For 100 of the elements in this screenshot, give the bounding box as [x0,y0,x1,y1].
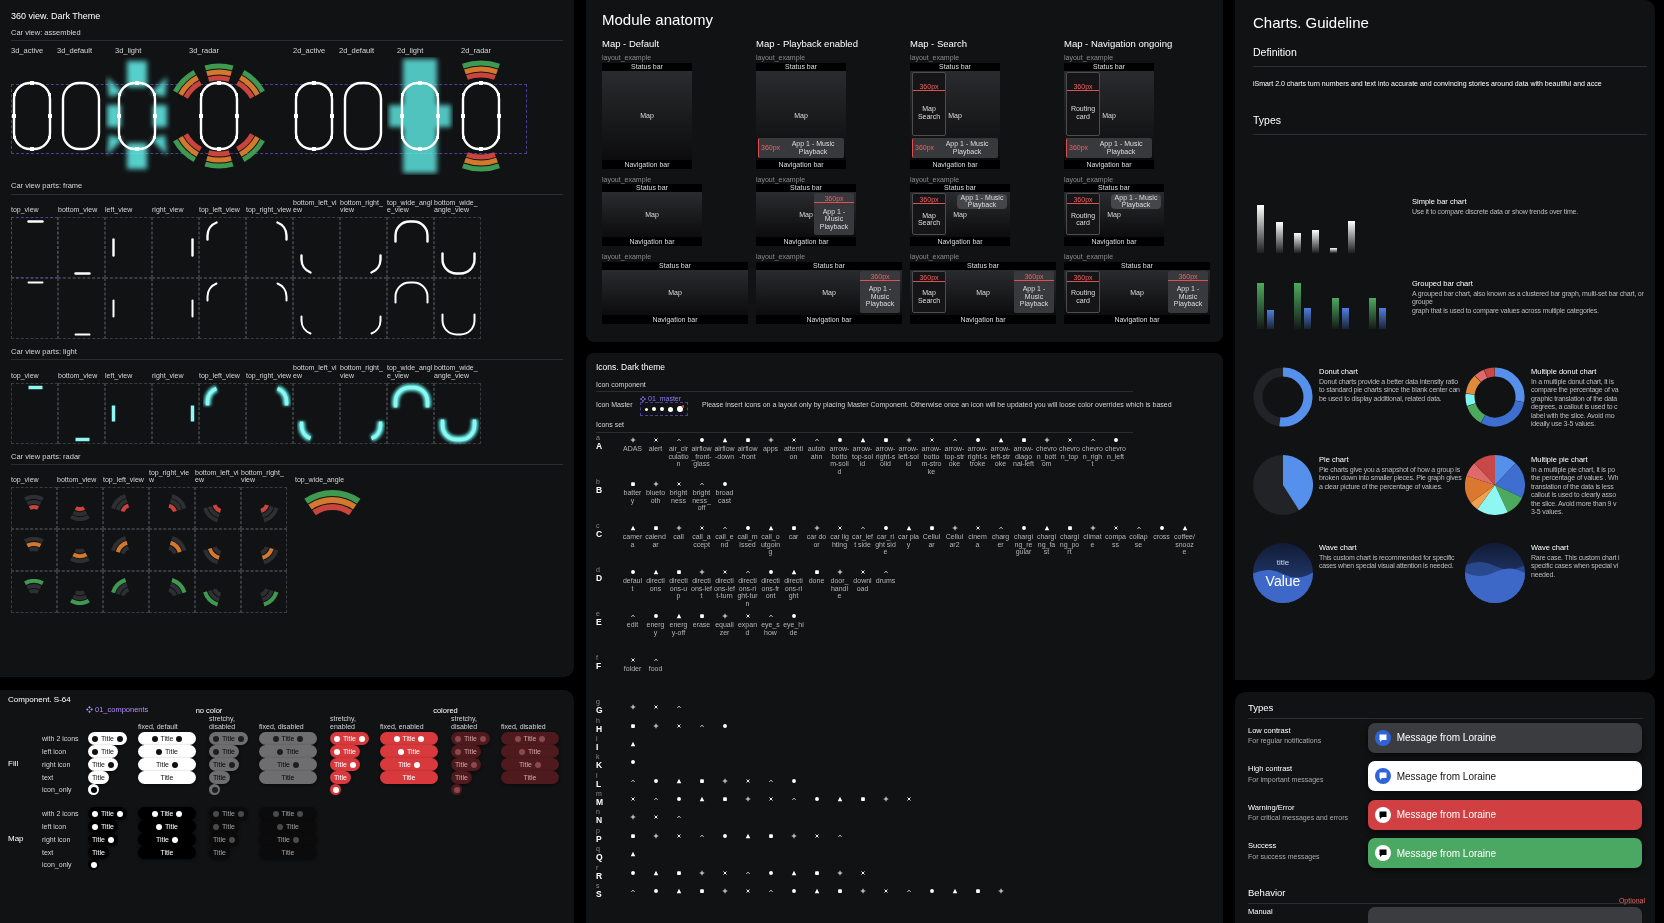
triangle-icon[interactable] [1181,525,1188,532]
cross-icon[interactable] [652,704,659,711]
triangle-icon[interactable] [652,569,659,576]
chevron-icon[interactable] [790,796,797,803]
dot-icon[interactable] [652,613,659,620]
plus-icon[interactable] [744,796,751,803]
chevron-icon[interactable] [629,613,636,620]
dot-icon[interactable] [790,888,797,895]
chevron-icon[interactable] [629,888,636,895]
chevron-icon[interactable] [1089,437,1096,444]
dot-icon[interactable] [767,869,774,876]
chevron-icon[interactable] [652,796,659,803]
cross-icon[interactable] [859,569,866,576]
cross-icon[interactable] [652,814,659,821]
chevron-icon[interactable] [767,777,774,784]
plus-icon[interactable] [629,704,636,711]
cross-icon[interactable] [905,796,912,803]
cross-icon[interactable] [790,437,797,444]
chevron-icon[interactable] [698,481,705,488]
triangle-icon[interactable] [767,525,774,532]
cross-icon[interactable] [882,888,889,895]
dot-icon[interactable] [629,569,636,576]
chevron-icon[interactable] [836,832,843,839]
plus-icon[interactable] [836,569,843,576]
dot-icon[interactable] [675,796,682,803]
dot-icon[interactable] [629,759,636,766]
plus-icon[interactable] [652,722,659,729]
triangle-icon[interactable] [813,888,820,895]
cross-icon[interactable] [836,525,843,532]
chevron-icon[interactable] [905,888,912,895]
notification-toast[interactable]: Message from Loraine [1367,799,1642,830]
plus-icon[interactable] [629,437,636,444]
triangle-icon[interactable] [652,869,659,876]
chevron-icon[interactable] [997,525,1004,532]
cross-icon[interactable] [675,481,682,488]
dot-icon[interactable] [721,832,728,839]
cross-icon[interactable] [859,869,866,876]
dot-icon[interactable] [721,722,728,729]
triangle-icon[interactable] [1043,525,1050,532]
plus-icon[interactable] [698,869,705,876]
plus-icon[interactable] [859,888,866,895]
cross-icon[interactable] [675,722,682,729]
triangle-icon[interactable] [859,437,866,444]
triangle-icon[interactable] [836,796,843,803]
cross-icon[interactable] [744,777,751,784]
triangle-icon[interactable] [744,832,751,839]
chevron-icon[interactable] [698,722,705,729]
chevron-icon[interactable] [675,814,682,821]
triangle-icon[interactable] [698,796,705,803]
triangle-icon[interactable] [629,525,636,532]
triangle-icon[interactable] [629,740,636,747]
plus-icon[interactable] [675,525,682,532]
icon-button[interactable] [330,784,341,795]
dot-icon[interactable] [629,869,636,876]
dot-icon[interactable] [1158,525,1165,532]
chevron-icon[interactable] [813,437,820,444]
cross-icon[interactable] [1112,525,1119,532]
triangle-icon[interactable] [675,777,682,784]
chevron-icon[interactable] [652,657,659,664]
plus-icon[interactable] [652,481,659,488]
dot-icon[interactable] [790,777,797,784]
cross-icon[interactable] [675,832,682,839]
dot-icon[interactable] [652,777,659,784]
dot-icon[interactable] [836,437,843,444]
dot-icon[interactable] [974,437,981,444]
dot-icon[interactable] [882,525,889,532]
chevron-icon[interactable] [859,525,866,532]
plus-icon[interactable] [629,814,636,821]
triangle-icon[interactable] [997,437,1004,444]
plus-icon[interactable] [767,437,774,444]
plus-icon[interactable] [882,796,889,803]
plus-icon[interactable] [721,777,728,784]
dot-icon[interactable] [767,569,774,576]
icon-button[interactable] [88,859,99,870]
plus-icon[interactable] [951,525,958,532]
chevron-icon[interactable] [744,569,751,576]
dot-icon[interactable] [721,481,728,488]
chevron-icon[interactable] [1135,525,1142,532]
cross-icon[interactable] [721,569,728,576]
plus-icon[interactable] [790,832,797,839]
plus-icon[interactable] [721,613,728,620]
triangle-icon[interactable] [675,613,682,620]
cross-icon[interactable] [813,832,820,839]
plus-icon[interactable] [836,869,843,876]
cross-icon[interactable] [928,437,935,444]
chevron-icon[interactable] [767,888,774,895]
chevron-icon[interactable] [698,832,705,839]
notification-toast[interactable]: Message from Loraine [1367,761,1642,792]
triangle-icon[interactable] [721,437,728,444]
dot-icon[interactable] [652,888,659,895]
cross-icon[interactable] [698,525,705,532]
dot-icon[interactable] [928,888,935,895]
notification-toast[interactable]: Message from Loraine [1367,722,1642,753]
triangle-icon[interactable] [790,569,797,576]
triangle-icon[interactable] [790,869,797,876]
triangle-icon[interactable] [905,525,912,532]
plus-icon[interactable] [698,569,705,576]
plus-icon[interactable] [1089,525,1096,532]
chevron-icon[interactable] [744,869,751,876]
cross-icon[interactable] [767,796,774,803]
